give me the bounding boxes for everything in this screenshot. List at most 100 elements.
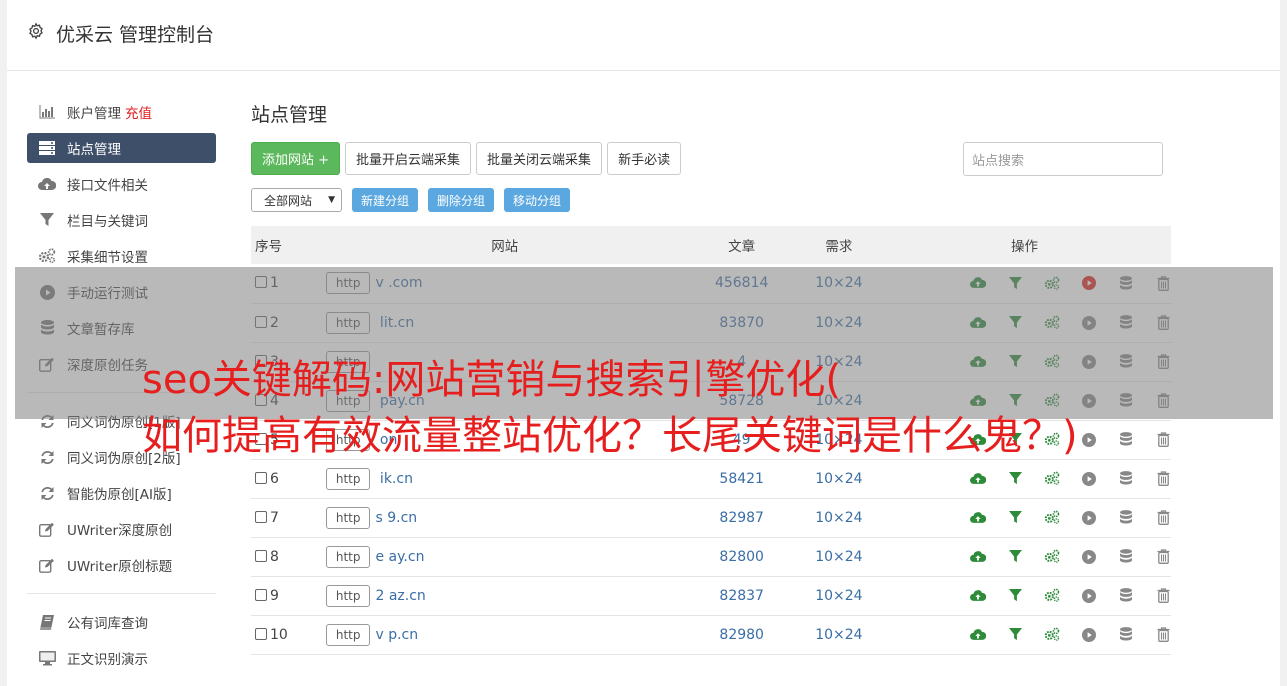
article-count[interactable]: 456814 bbox=[684, 264, 800, 303]
filter-icon[interactable] bbox=[1007, 471, 1023, 487]
protocol-badge[interactable]: http bbox=[325, 506, 371, 529]
gears-icon[interactable] bbox=[1044, 627, 1060, 643]
filter-icon[interactable] bbox=[1007, 588, 1023, 604]
play-circle-icon[interactable] bbox=[1081, 354, 1097, 370]
demand-value[interactable]: 10×24 bbox=[800, 537, 878, 576]
database-icon[interactable] bbox=[1118, 275, 1134, 291]
site-domain-link[interactable]: v .com bbox=[375, 275, 422, 291]
row-checkbox[interactable] bbox=[255, 432, 267, 445]
sidebar-item-sites[interactable]: 站点管理 bbox=[27, 133, 216, 163]
demand-value[interactable]: 10×24 bbox=[800, 615, 878, 654]
cloud-upload-icon[interactable] bbox=[970, 549, 986, 565]
protocol-badge[interactable]: http bbox=[325, 389, 371, 412]
play-circle-icon[interactable] bbox=[1081, 432, 1097, 448]
protocol-badge[interactable]: http bbox=[325, 428, 371, 451]
trash-icon[interactable] bbox=[1155, 432, 1171, 448]
row-checkbox[interactable] bbox=[255, 627, 267, 640]
gears-icon[interactable] bbox=[1044, 549, 1060, 565]
sidebar-item-text-recognition[interactable]: 正文识别演示 bbox=[27, 640, 216, 676]
cloud-upload-icon[interactable] bbox=[970, 588, 986, 604]
gears-icon[interactable] bbox=[1044, 354, 1060, 370]
protocol-badge[interactable]: http bbox=[325, 350, 371, 373]
filter-icon[interactable] bbox=[1007, 549, 1023, 565]
demand-value[interactable]: 10×24 bbox=[800, 381, 878, 420]
play-circle-icon[interactable] bbox=[1081, 275, 1097, 291]
article-count[interactable]: 82837 bbox=[684, 576, 800, 615]
filter-icon[interactable] bbox=[1007, 354, 1023, 370]
protocol-badge[interactable]: http bbox=[325, 467, 371, 490]
gears-icon[interactable] bbox=[1044, 393, 1060, 409]
site-domain-link[interactable]: lit.cn bbox=[375, 315, 414, 331]
site-domain-link[interactable]: 2 az.cn bbox=[375, 588, 425, 604]
database-icon[interactable] bbox=[1118, 393, 1134, 409]
cloud-upload-icon[interactable] bbox=[970, 627, 986, 643]
recharge-link[interactable]: 充值 bbox=[125, 102, 152, 122]
new-group-button[interactable]: 新建分组 bbox=[352, 188, 419, 212]
site-domain-link[interactable]: on bbox=[375, 432, 397, 448]
sidebar-item-uwriter-deep[interactable]: UWriter深度原创 bbox=[27, 511, 216, 547]
row-checkbox[interactable] bbox=[255, 510, 267, 523]
site-search-input[interactable]: 站点搜索 bbox=[963, 142, 1163, 176]
trash-icon[interactable] bbox=[1155, 510, 1171, 526]
row-checkbox[interactable] bbox=[255, 315, 267, 328]
filter-icon[interactable] bbox=[1007, 315, 1023, 331]
demand-value[interactable]: 10×24 bbox=[800, 459, 878, 498]
sidebar-item-collect-settings[interactable]: 采集细节设置 bbox=[27, 238, 216, 274]
trash-icon[interactable] bbox=[1155, 315, 1171, 331]
trash-icon[interactable] bbox=[1155, 588, 1171, 604]
play-circle-icon[interactable] bbox=[1081, 588, 1097, 604]
trash-icon[interactable] bbox=[1155, 275, 1171, 291]
database-icon[interactable] bbox=[1118, 588, 1134, 604]
sidebar-item-synonym-v2[interactable]: 同义词伪原创[2版] bbox=[27, 439, 216, 475]
gears-icon[interactable] bbox=[1044, 588, 1060, 604]
site-domain-link[interactable]: pay.cn bbox=[375, 393, 425, 409]
site-domain-link[interactable]: ik.cn bbox=[375, 471, 413, 487]
cloud-upload-icon[interactable] bbox=[970, 393, 986, 409]
article-count[interactable]: 58421 bbox=[684, 459, 800, 498]
protocol-badge[interactable]: http bbox=[325, 311, 371, 334]
play-circle-icon[interactable] bbox=[1081, 549, 1097, 565]
cloud-upload-icon[interactable] bbox=[970, 354, 986, 370]
sidebar-item-interface-files[interactable]: 接口文件相关 bbox=[27, 166, 216, 202]
play-circle-icon[interactable] bbox=[1081, 627, 1097, 643]
cloud-upload-icon[interactable] bbox=[970, 471, 986, 487]
play-circle-icon[interactable] bbox=[1081, 315, 1097, 331]
sidebar-item-uwriter-title[interactable]: UWriter原创标题 bbox=[27, 547, 216, 583]
sidebar-item-account[interactable]: 账户管理 充值 bbox=[27, 94, 216, 130]
demand-value[interactable]: 10×24 bbox=[800, 420, 878, 459]
delete-group-button[interactable]: 删除分组 bbox=[428, 188, 495, 212]
row-checkbox[interactable] bbox=[255, 354, 267, 367]
row-checkbox[interactable] bbox=[255, 471, 267, 484]
cloud-upload-icon[interactable] bbox=[970, 432, 986, 448]
row-checkbox[interactable] bbox=[255, 393, 267, 406]
trash-icon[interactable] bbox=[1155, 354, 1171, 370]
database-icon[interactable] bbox=[1118, 471, 1134, 487]
database-icon[interactable] bbox=[1118, 510, 1134, 526]
row-checkbox[interactable] bbox=[255, 549, 267, 562]
trash-icon[interactable] bbox=[1155, 627, 1171, 643]
sidebar-item-columns-keywords[interactable]: 栏目与关键词 bbox=[27, 202, 216, 238]
trash-icon[interactable] bbox=[1155, 393, 1171, 409]
trash-icon[interactable] bbox=[1155, 549, 1171, 565]
cloud-upload-icon[interactable] bbox=[970, 315, 986, 331]
gears-icon[interactable] bbox=[1044, 275, 1060, 291]
site-domain-link[interactable]: v p.cn bbox=[375, 627, 418, 643]
article-count[interactable]: 4 bbox=[684, 342, 800, 381]
article-count[interactable]: 82980 bbox=[684, 615, 800, 654]
filter-icon[interactable] bbox=[1007, 432, 1023, 448]
protocol-badge[interactable]: http bbox=[325, 272, 371, 295]
sidebar-item-ai-rewrite[interactable]: 智能伪原创[AI版] bbox=[27, 475, 216, 511]
database-icon[interactable] bbox=[1118, 315, 1134, 331]
row-checkbox[interactable] bbox=[255, 588, 267, 601]
article-count[interactable]: 49 bbox=[684, 420, 800, 459]
demand-value[interactable]: 10×24 bbox=[800, 264, 878, 303]
database-icon[interactable] bbox=[1118, 549, 1134, 565]
protocol-badge[interactable]: http bbox=[325, 584, 371, 607]
site-domain-link[interactable]: s 9.cn bbox=[375, 510, 417, 526]
cloud-upload-icon[interactable] bbox=[970, 275, 986, 291]
site-domain-link[interactable]: e ay.cn bbox=[375, 549, 424, 565]
filter-icon[interactable] bbox=[1007, 275, 1023, 291]
batch-close-cloud-button[interactable]: 批量关闭云端采集 bbox=[476, 142, 603, 175]
article-count[interactable]: 82987 bbox=[684, 498, 800, 537]
sidebar-item-public-lexicon[interactable]: 公有词库查询 bbox=[27, 604, 216, 640]
